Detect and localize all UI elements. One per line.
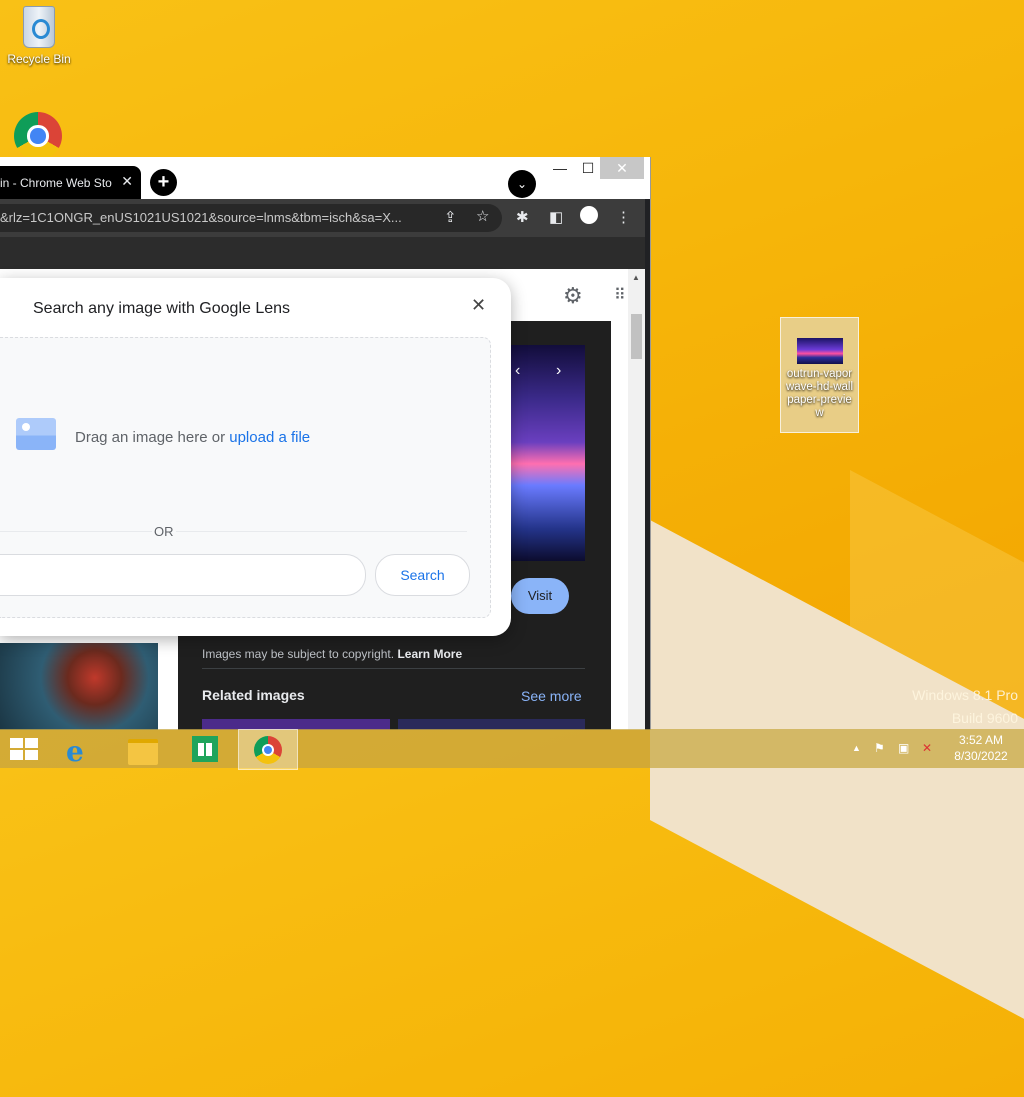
search-button[interactable]: Search [375, 554, 470, 596]
settings-icon[interactable]: ⚙ [563, 283, 583, 309]
related-images-heading: Related images [202, 687, 305, 703]
see-more-link[interactable]: See more [521, 688, 582, 704]
start-button[interactable] [10, 738, 38, 760]
clock-time: 3:52 AM [958, 733, 1004, 747]
next-arrow-icon[interactable]: › [556, 362, 561, 380]
copyright-notice: Images may be subject to copyright. Lear… [202, 647, 462, 661]
google-lens-dialog: Search any image with Google Lens ✕ Drag… [0, 278, 511, 636]
taskbar-chrome[interactable] [238, 729, 298, 770]
drag-instructions: Drag an image here or upload a file [75, 429, 310, 446]
chrome-menu-icon[interactable]: ⋮ [616, 208, 631, 226]
learn-more-link[interactable]: Learn More [397, 647, 462, 661]
browser-toolbar: &rlz=1C1ONGR_enUS1021US1021&source=lnms&… [0, 199, 645, 237]
maximize-button[interactable]: ☐ [576, 157, 600, 179]
network-icon[interactable]: ▣ [898, 741, 909, 755]
clock[interactable]: 3:52 AM 8/30/2022 [948, 732, 1014, 764]
extensions-icon[interactable]: ✱ [516, 208, 529, 226]
or-label: OR [152, 524, 176, 539]
tab-title: in - Chrome Web Sto [0, 176, 112, 190]
wallpaper-file-icon[interactable]: outrun-vaporwave-hd-wallpaper-preview [780, 317, 859, 433]
store-icon [192, 736, 218, 762]
share-icon[interactable]: ⇪ [444, 208, 457, 226]
image-icon [16, 418, 56, 450]
recycle-bin-shortcut[interactable]: Recycle Bin [4, 6, 74, 66]
close-icon[interactable]: ✕ [471, 295, 486, 316]
bookmark-star-icon[interactable]: ☆ [476, 207, 489, 225]
browser-tab[interactable]: in - Chrome Web Sto ✕ [0, 166, 141, 199]
taskbar-internet-explorer[interactable]: e [54, 729, 112, 768]
scroll-up-icon[interactable]: ▲ [632, 273, 640, 282]
volume-muted-icon[interactable]: ✕ [922, 741, 932, 755]
close-window-button[interactable]: ✕ [600, 157, 644, 179]
taskbar-file-explorer[interactable] [114, 729, 172, 768]
action-center-flag-icon[interactable]: ⚑ [874, 741, 885, 755]
watermark-edition: Windows 8.1 Pro [912, 687, 1018, 703]
side-panel-icon[interactable]: ◧ [549, 208, 563, 226]
recycle-bin-icon [23, 6, 55, 48]
address-bar[interactable]: &rlz=1C1ONGR_enUS1021US1021&source=lnms&… [0, 204, 502, 232]
prev-arrow-icon[interactable]: ‹ [515, 362, 520, 380]
taskbar-store[interactable] [176, 729, 234, 768]
windows-logo-icon [25, 738, 38, 748]
chrome-desktop-icon[interactable] [14, 112, 62, 160]
apps-grid-icon[interactable]: ⠿ [614, 285, 626, 305]
image-link-input[interactable] [0, 554, 366, 596]
new-tab-button[interactable]: + [150, 169, 177, 196]
copyright-text: Images may be subject to copyright. [202, 647, 395, 661]
bookmark-bar [0, 237, 645, 269]
windows-logo-icon [10, 750, 23, 760]
recycle-bin-label: Recycle Bin [7, 52, 71, 66]
file-label: outrun-vaporwave-hd-wallpaper-preview [785, 368, 854, 419]
drag-text: Drag an image here or [75, 429, 230, 446]
visit-button[interactable]: Visit [511, 578, 569, 614]
image-drop-zone[interactable]: Drag an image here or upload a file OR S… [0, 337, 491, 618]
address-url: &rlz=1C1ONGR_enUS1021US1021&source=lnms&… [0, 210, 402, 225]
page-scrollbar[interactable]: ▲ [628, 269, 645, 730]
upload-file-link[interactable]: upload a file [229, 429, 310, 446]
chrome-icon [254, 736, 282, 764]
lens-dialog-title: Search any image with Google Lens [33, 300, 291, 317]
divider [202, 668, 585, 669]
show-hidden-icons-icon[interactable]: ▲ [852, 743, 861, 753]
preview-image[interactable] [511, 345, 585, 561]
watermark-build: Build 9600 [951, 710, 1018, 726]
internet-explorer-icon: e [66, 735, 84, 768]
windows-logo-icon [10, 738, 23, 748]
clock-date: 8/30/2022 [954, 749, 1008, 763]
windows-watermark: Windows 8.1 Pro Build 9600 [912, 684, 1018, 730]
or-divider [0, 531, 467, 532]
tab-close-icon[interactable]: ✕ [121, 173, 133, 190]
windows-logo-icon [25, 750, 38, 760]
profile-avatar[interactable] [580, 206, 598, 224]
taskbar: e ▲ ⚑ ▣ ✕ 3:52 AM 8/30/2022 [0, 729, 1024, 770]
result-image-thumbnail[interactable] [0, 643, 158, 730]
desktop: Recycle Bin outrun-vaporwave-hd-wallpape… [0, 0, 1024, 1097]
image-thumbnail-icon [796, 338, 843, 364]
minimize-button[interactable]: — [548, 157, 572, 179]
scrollbar-thumb[interactable] [631, 314, 642, 359]
folder-icon [128, 739, 158, 765]
tab-search-button[interactable]: ⌄ [508, 170, 536, 198]
